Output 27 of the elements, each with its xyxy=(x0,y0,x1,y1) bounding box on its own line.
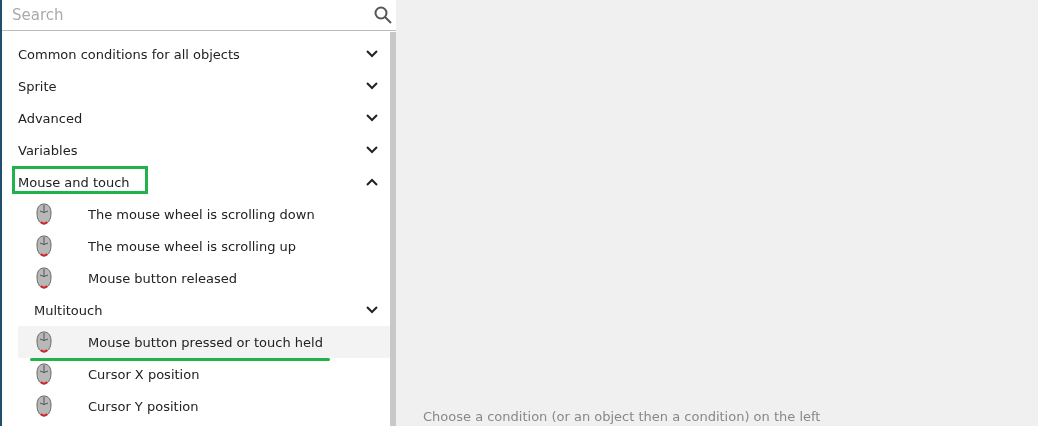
mouse-icon xyxy=(36,363,52,385)
chevron-down-icon[interactable] xyxy=(366,146,378,154)
mouse-icon xyxy=(36,267,52,289)
condition-item[interactable]: Mouse button pressed or touch held xyxy=(18,326,390,358)
subcategory-item[interactable]: Multitouch xyxy=(34,294,390,326)
condition-item[interactable]: The mouse wheel is scrolling down xyxy=(18,198,390,230)
category-item[interactable]: Variables xyxy=(18,134,390,166)
hint-text: Choose a condition (or an object then a condition) on the left xyxy=(423,409,821,424)
condition-item[interactable]: Cursor Y position xyxy=(18,390,390,422)
condition-item[interactable]: Mouse button released xyxy=(18,262,390,294)
chevron-down-icon[interactable] xyxy=(366,114,378,122)
category-item[interactable]: Advanced xyxy=(18,102,390,134)
category-item[interactable]: Sprite xyxy=(18,70,390,102)
mouse-icon xyxy=(36,395,52,417)
mouse-icon xyxy=(36,235,52,257)
chevron-down-icon[interactable] xyxy=(366,306,378,314)
scrollbar[interactable] xyxy=(390,32,396,426)
chevron-down-icon[interactable] xyxy=(366,82,378,90)
mouse-icon xyxy=(36,331,52,353)
category-item[interactable]: Common conditions for all objects xyxy=(18,38,390,70)
mouse-icon xyxy=(36,203,52,225)
chevron-up-icon[interactable] xyxy=(366,178,378,186)
search-icon[interactable] xyxy=(374,6,392,24)
chevron-down-icon[interactable] xyxy=(366,50,378,58)
condition-item[interactable]: The mouse wheel is scrolling up xyxy=(18,230,390,262)
condition-item[interactable]: Cursor X position xyxy=(18,358,390,390)
category-item[interactable]: Mouse and touch xyxy=(18,166,390,198)
